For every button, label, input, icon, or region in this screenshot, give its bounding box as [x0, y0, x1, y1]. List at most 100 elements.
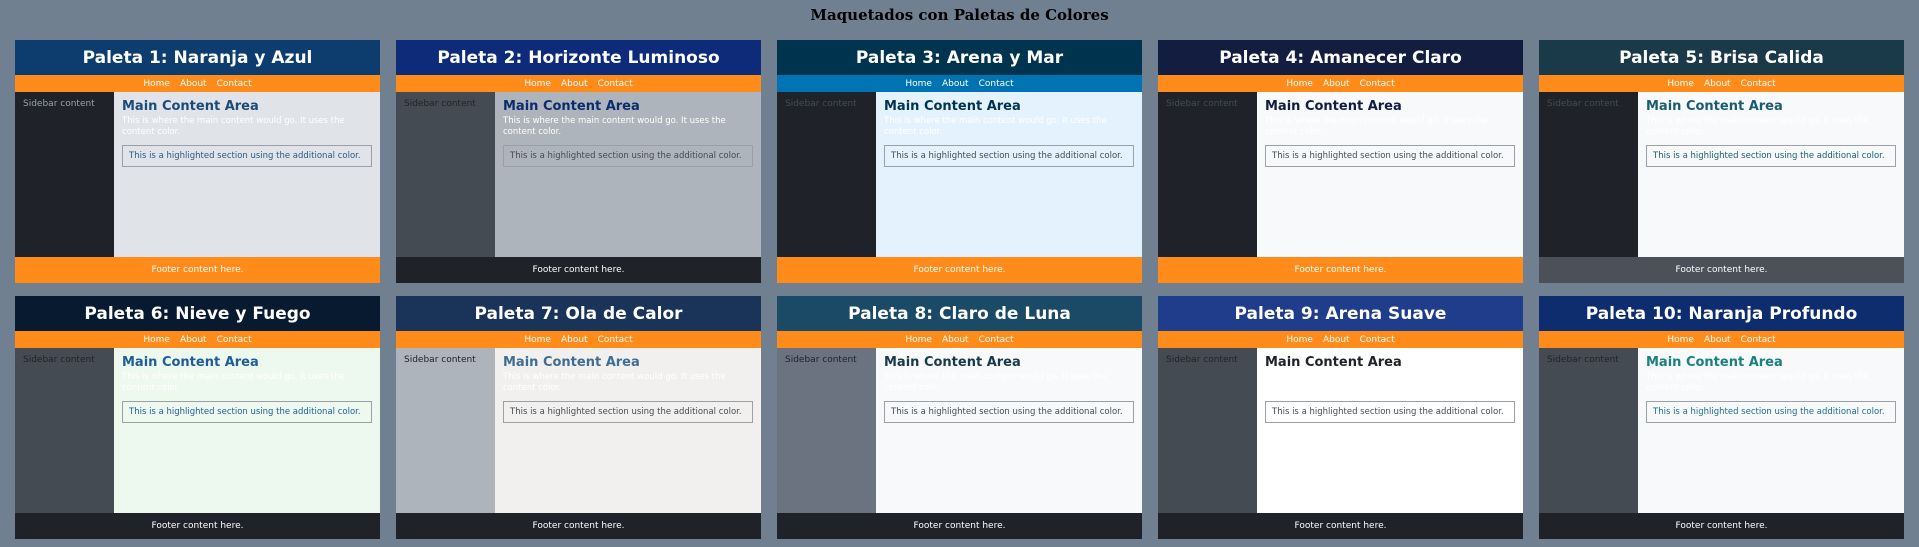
main-title: Main Content Area: [503, 355, 640, 370]
nav-link-home[interactable]: Home: [143, 79, 170, 89]
palette-card: Paleta 3: Arena y Mar Home About Contact…: [777, 40, 1142, 283]
nav-link-about[interactable]: About: [1323, 79, 1350, 89]
nav-link-contact[interactable]: Contact: [598, 335, 633, 345]
card-footer: Footer content here.: [15, 513, 380, 539]
nav-link-about[interactable]: About: [180, 79, 207, 89]
palette-card: Paleta 6: Nieve y Fuego Home About Conta…: [15, 296, 380, 539]
card-nav: Home About Contact: [1539, 331, 1904, 348]
main-title: Main Content Area: [122, 355, 259, 370]
nav-link-contact[interactable]: Contact: [1741, 335, 1776, 345]
nav-link-home[interactable]: Home: [1286, 79, 1313, 89]
palette-card: Paleta 8: Claro de Luna Home About Conta…: [777, 296, 1142, 539]
card-nav: Home About Contact: [777, 75, 1142, 92]
nav-link-contact[interactable]: Contact: [1360, 335, 1395, 345]
main-title: Main Content Area: [503, 99, 640, 114]
main-text: This is where the main content would go.…: [503, 372, 726, 393]
main-content: Main Content Area This is where the main…: [1638, 92, 1904, 257]
sidebar: Sidebar content: [1158, 348, 1257, 513]
palette-card: Paleta 2: Horizonte Luminoso Home About …: [396, 40, 761, 283]
card-body: Sidebar content Main Content Area This i…: [777, 348, 1142, 513]
card-body: Sidebar content Main Content Area This i…: [15, 348, 380, 513]
sidebar: Sidebar content: [396, 348, 495, 513]
card-body: Sidebar content Main Content Area This i…: [396, 92, 761, 257]
nav-link-home[interactable]: Home: [905, 79, 932, 89]
nav-link-contact[interactable]: Contact: [979, 335, 1014, 345]
nav-link-home[interactable]: Home: [524, 79, 551, 89]
nav-link-about[interactable]: About: [1704, 335, 1731, 345]
card-header: Paleta 7: Ola de Calor: [396, 296, 761, 331]
nav-link-home[interactable]: Home: [1667, 79, 1694, 89]
card-footer: Footer content here.: [777, 257, 1142, 283]
card-header: Paleta 2: Horizonte Luminoso: [396, 40, 761, 75]
main-title: Main Content Area: [884, 99, 1021, 114]
palette-card: Paleta 1: Naranja y Azul Home About Cont…: [15, 40, 380, 283]
page-title: Maquetados con Paletas de Colores: [810, 6, 1109, 24]
highlight-section: This is a highlighted section using the …: [1265, 145, 1515, 167]
sidebar: Sidebar content: [15, 92, 114, 257]
nav-link-home[interactable]: Home: [143, 335, 170, 345]
main-content: Main Content Area This is where the main…: [495, 92, 761, 257]
nav-link-about[interactable]: About: [180, 335, 207, 345]
palette-card: Paleta 5: Brisa Calida Home About Contac…: [1539, 40, 1904, 283]
main-text: This is where the main content would go.…: [122, 116, 345, 137]
nav-link-home[interactable]: Home: [905, 335, 932, 345]
card-body: Sidebar content Main Content Area This i…: [777, 92, 1142, 257]
palette-card: Paleta 7: Ola de Calor Home About Contac…: [396, 296, 761, 539]
highlight-section: This is a highlighted section using the …: [884, 401, 1134, 423]
main-text: This is where the main content would go.…: [1265, 372, 1488, 393]
main-title: Main Content Area: [884, 355, 1021, 370]
nav-link-about[interactable]: About: [1323, 335, 1350, 345]
main-content: Main Content Area This is where the main…: [1257, 348, 1523, 513]
main-content: Main Content Area This is where the main…: [1257, 92, 1523, 257]
main-title: Main Content Area: [1265, 355, 1402, 370]
nav-link-about[interactable]: About: [1704, 79, 1731, 89]
card-body: Sidebar content Main Content Area This i…: [1539, 92, 1904, 257]
nav-link-contact[interactable]: Contact: [217, 79, 252, 89]
card-header: Paleta 8: Claro de Luna: [777, 296, 1142, 331]
nav-link-home[interactable]: Home: [1667, 335, 1694, 345]
main-content: Main Content Area This is where the main…: [876, 348, 1142, 513]
card-footer: Footer content here.: [1158, 257, 1523, 283]
card-body: Sidebar content Main Content Area This i…: [1539, 348, 1904, 513]
card-body: Sidebar content Main Content Area This i…: [1158, 348, 1523, 513]
nav-link-contact[interactable]: Contact: [217, 335, 252, 345]
card-header: Paleta 4: Amanecer Claro: [1158, 40, 1523, 75]
main-text: This is where the main content would go.…: [1646, 372, 1869, 393]
sidebar: Sidebar content: [777, 348, 876, 513]
highlight-section: This is a highlighted section using the …: [1646, 145, 1896, 167]
card-header: Paleta 10: Naranja Profundo: [1539, 296, 1904, 331]
card-header: Paleta 9: Arena Suave: [1158, 296, 1523, 331]
nav-link-contact[interactable]: Contact: [1360, 79, 1395, 89]
card-footer: Footer content here.: [1539, 257, 1904, 283]
nav-link-about[interactable]: About: [561, 79, 588, 89]
card-footer: Footer content here.: [1158, 513, 1523, 539]
card-nav: Home About Contact: [15, 331, 380, 348]
nav-link-home[interactable]: Home: [524, 335, 551, 345]
card-body: Sidebar content Main Content Area This i…: [15, 92, 380, 257]
main-title: Main Content Area: [1646, 99, 1783, 114]
main-content: Main Content Area This is where the main…: [114, 92, 380, 257]
nav-link-home[interactable]: Home: [1286, 335, 1313, 345]
main-text: This is where the main content would go.…: [122, 372, 345, 393]
nav-link-contact[interactable]: Contact: [598, 79, 633, 89]
palette-card: Paleta 10: Naranja Profundo Home About C…: [1539, 296, 1904, 539]
card-nav: Home About Contact: [396, 75, 761, 92]
card-footer: Footer content here.: [396, 257, 761, 283]
card-header: Paleta 3: Arena y Mar: [777, 40, 1142, 75]
card-body: Sidebar content Main Content Area This i…: [1158, 92, 1523, 257]
sidebar: Sidebar content: [15, 348, 114, 513]
main-text: This is where the main content would go.…: [1646, 116, 1869, 137]
nav-link-contact[interactable]: Contact: [1741, 79, 1776, 89]
nav-link-about[interactable]: About: [942, 335, 969, 345]
nav-link-about[interactable]: About: [942, 79, 969, 89]
nav-link-contact[interactable]: Contact: [979, 79, 1014, 89]
sidebar: Sidebar content: [396, 92, 495, 257]
card-footer: Footer content here.: [1539, 513, 1904, 539]
nav-link-about[interactable]: About: [561, 335, 588, 345]
sidebar: Sidebar content: [777, 92, 876, 257]
palette-grid: Paleta 1: Naranja y Azul Home About Cont…: [15, 40, 1904, 539]
highlight-section: This is a highlighted section using the …: [503, 401, 753, 423]
card-footer: Footer content here.: [15, 257, 380, 283]
palette-card: Paleta 4: Amanecer Claro Home About Cont…: [1158, 40, 1523, 283]
card-footer: Footer content here.: [396, 513, 761, 539]
